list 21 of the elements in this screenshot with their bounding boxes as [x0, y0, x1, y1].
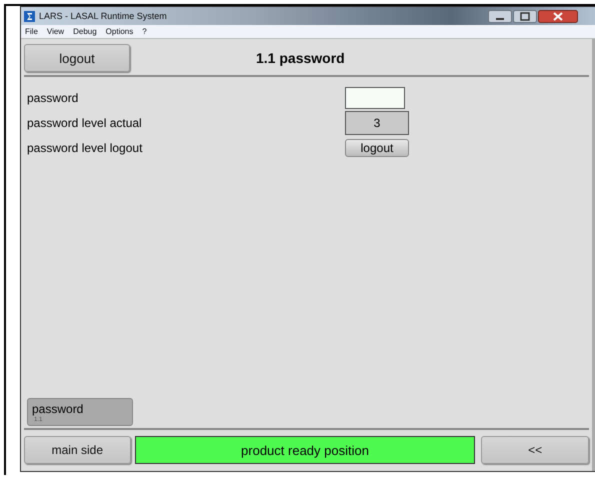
menu-item[interactable]: File: [25, 27, 38, 36]
value-display: 3: [345, 110, 409, 134]
app-icon: [24, 10, 35, 22]
logout-button[interactable]: logout: [24, 44, 130, 72]
password-field[interactable]: [345, 86, 405, 108]
minimize-icon[interactable]: [488, 10, 512, 22]
menu-item[interactable]: View: [46, 27, 64, 36]
maximize-icon[interactable]: [513, 10, 537, 22]
page-title: 1.1 password: [256, 50, 345, 66]
field-label: password level actual: [27, 116, 143, 130]
window-title: LARS - LASAL Runtime System: [39, 11, 167, 21]
back-button[interactable]: <<: [481, 436, 589, 464]
main-side-button[interactable]: main side: [24, 436, 131, 464]
status-display: product ready position: [134, 436, 476, 464]
field-label: password: [27, 90, 80, 104]
menu-item[interactable]: ?: [142, 27, 147, 36]
menu-item[interactable]: Options: [106, 27, 134, 36]
logout-button[interactable]: logout: [345, 138, 409, 156]
menu-item[interactable]: Debug: [73, 27, 97, 36]
field-label: password level logout: [27, 140, 144, 154]
close-icon[interactable]: [538, 10, 578, 22]
